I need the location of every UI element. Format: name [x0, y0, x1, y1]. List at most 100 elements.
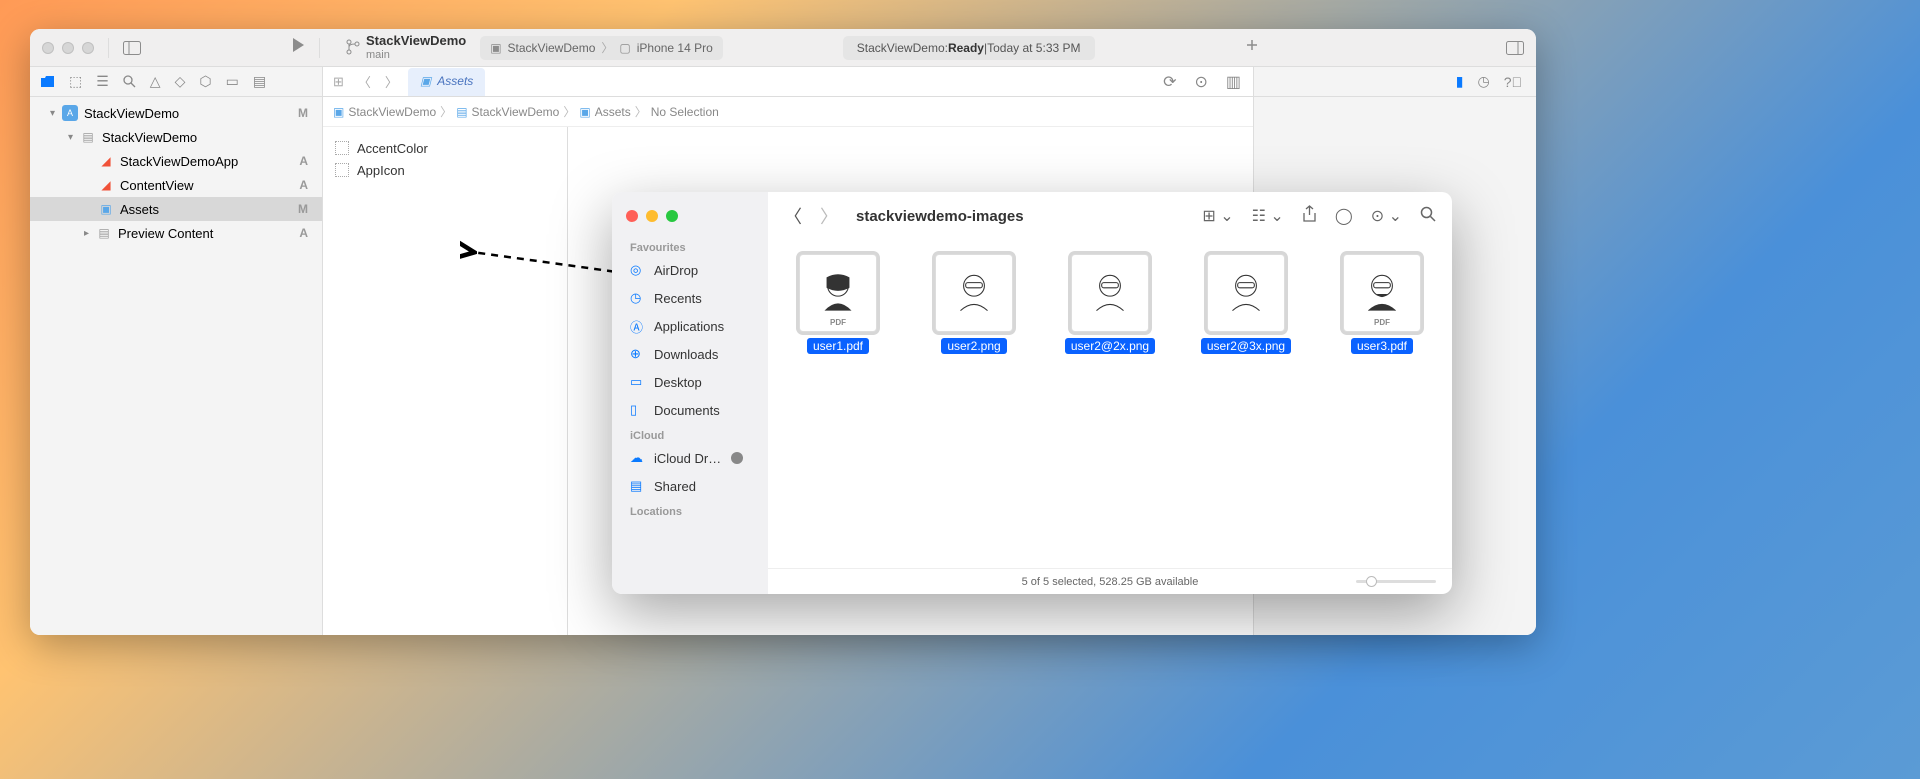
navigator-toolbar: ⬚ ☰ △ ◇ ⬡ ▭ ▤	[30, 67, 322, 97]
minimize-button[interactable]	[62, 42, 74, 54]
back-button[interactable]: 〈	[784, 203, 802, 229]
breadcrumb-item[interactable]: Assets	[595, 105, 631, 119]
file-thumbnail: PDF	[1343, 254, 1421, 332]
sidebar-item-documents[interactable]: ▯Documents	[612, 396, 768, 424]
issue-navigator-icon[interactable]: △	[150, 73, 161, 90]
assets-icon: ▣	[98, 201, 114, 217]
run-button[interactable]	[291, 37, 305, 58]
tree-root[interactable]: ▾ A StackViewDemo M	[30, 101, 322, 125]
group-by-icon[interactable]: ☷ ⌄	[1252, 206, 1284, 226]
sidebar-item-desktop[interactable]: ▭Desktop	[612, 368, 768, 396]
disclosure-icon[interactable]: ▾	[68, 132, 80, 143]
file-label: user2@3x.png	[1201, 338, 1291, 354]
asset-label: AppIcon	[357, 163, 405, 178]
project-title: StackViewDemo	[366, 34, 466, 48]
symbol-navigator-icon[interactable]: ☰	[96, 73, 109, 90]
breadcrumb-item[interactable]: StackViewDemo	[472, 105, 560, 119]
find-navigator-icon[interactable]	[123, 75, 136, 88]
project-icon: A	[62, 105, 78, 121]
branch-info[interactable]: StackViewDemo main	[346, 34, 466, 60]
file-item[interactable]: PDF user1.pdf	[790, 254, 886, 354]
help-inspector-icon[interactable]: ?⃝	[1504, 74, 1522, 90]
zoom-button[interactable]	[82, 42, 94, 54]
sidebar-item-iclouddrive[interactable]: ☁iCloud Dr…	[612, 444, 768, 472]
scheme-device: iPhone 14 Pro	[637, 41, 713, 55]
file-thumbnail	[1071, 254, 1149, 332]
folder-icon: ▤	[80, 129, 96, 145]
asset-accentcolor[interactable]: AccentColor	[335, 137, 555, 159]
finder-window: Favourites ◎AirDrop ◷Recents ⒶApplicatio…	[612, 192, 1452, 594]
search-icon[interactable]	[1420, 206, 1436, 227]
tree-item-assets[interactable]: ▣ Assets M	[30, 197, 322, 221]
sidebar-item-recents[interactable]: ◷Recents	[612, 284, 768, 312]
tab-assets[interactable]: ▣ Assets	[408, 68, 485, 96]
sidebar-item-applications[interactable]: ⒶApplications	[612, 312, 768, 340]
pdf-badge: PDF	[1374, 318, 1390, 327]
zoom-button[interactable]	[666, 210, 678, 222]
scheme-selector[interactable]: ▣ StackViewDemo 〉 ▢ iPhone 14 Pro	[480, 36, 723, 60]
breadcrumb-item[interactable]: StackViewDemo	[348, 105, 436, 119]
assets-icon: ▣	[420, 74, 431, 88]
color-swatch-icon	[335, 141, 349, 155]
action-menu-icon[interactable]: ⊙ ⌄	[1371, 206, 1402, 226]
tree-item-contentview[interactable]: ◢ ContentView A	[30, 173, 322, 197]
tab-grid-icon[interactable]: ⊞	[329, 74, 348, 90]
tree-item-preview[interactable]: ▸ ▤ Preview Content A	[30, 221, 322, 245]
status-text: 5 of 5 selected, 528.25 GB available	[1022, 576, 1199, 588]
file-item[interactable]: PDF user3.pdf	[1334, 254, 1430, 354]
report-navigator-icon[interactable]: ▤	[253, 73, 266, 90]
pdf-badge: PDF	[830, 318, 846, 327]
status-time: Today at 5:33 PM	[987, 41, 1080, 55]
sidebar-item-downloads[interactable]: ⊕Downloads	[612, 340, 768, 368]
scm-badge: A	[299, 226, 308, 240]
split-editor-icon[interactable]: ▥	[1220, 72, 1247, 92]
sidebar-toggle-icon[interactable]	[123, 41, 141, 55]
sidebar-item-shared[interactable]: ▤Shared	[612, 472, 768, 500]
library-button[interactable]	[1506, 41, 1524, 55]
add-tab-button[interactable]	[1245, 38, 1259, 57]
file-grid[interactable]: PDF user1.pdf user2.png user2@2x.png	[768, 240, 1452, 568]
disclosure-icon[interactable]: ▸	[84, 228, 96, 239]
download-icon: ⊕	[630, 346, 646, 362]
source-control-navigator-icon[interactable]: ⬚	[69, 73, 82, 90]
icon-size-slider[interactable]	[1356, 580, 1436, 583]
close-button[interactable]	[42, 42, 54, 54]
finder-toolbar: 〈 〉 stackviewdemo-images ⊞ ⌄ ☷ ⌄ ◯ ⊙ ⌄	[768, 192, 1452, 240]
sidebar-item-airdrop[interactable]: ◎AirDrop	[612, 256, 768, 284]
sync-status-icon	[731, 452, 743, 464]
view-icon-mode[interactable]: ⊞ ⌄	[1202, 206, 1233, 226]
share-icon[interactable]	[1302, 205, 1317, 228]
test-navigator-icon[interactable]: ◇	[175, 73, 186, 90]
debug-navigator-icon[interactable]: ⬡	[199, 73, 211, 90]
swift-icon: ◢	[98, 177, 114, 193]
asset-label: AccentColor	[357, 141, 428, 156]
device-icon: ▢	[619, 41, 630, 55]
cloud-icon: ☁	[630, 450, 646, 466]
tab-back-button[interactable]: 〈	[354, 72, 375, 91]
breakpoint-navigator-icon[interactable]: ▭	[226, 73, 239, 90]
breadcrumb[interactable]: ▣ StackViewDemo 〉 ▤ StackViewDemo 〉 ▣ As…	[323, 97, 1253, 127]
history-inspector-icon[interactable]: ◷	[1477, 73, 1489, 90]
disclosure-icon[interactable]: ▾	[50, 108, 62, 119]
file-inspector-icon[interactable]: ▮	[1456, 73, 1464, 90]
close-button[interactable]	[626, 210, 638, 222]
tab-forward-button[interactable]: 〉	[381, 72, 402, 91]
desktop-icon: ▭	[630, 374, 646, 390]
tree-label: StackViewDemoApp	[120, 154, 238, 169]
navigator-panel: ⬚ ☰ △ ◇ ⬡ ▭ ▤ ▾ A StackViewDemo M ▾ ▤	[30, 67, 323, 635]
file-item[interactable]: user2@3x.png	[1198, 254, 1294, 354]
tag-icon[interactable]: ◯	[1335, 206, 1353, 226]
minimize-button[interactable]	[646, 210, 658, 222]
asset-appicon[interactable]: AppIcon	[335, 159, 555, 181]
xcode-titlebar: StackViewDemo main ▣ StackViewDemo 〉 ▢ i…	[30, 29, 1536, 67]
refresh-icon[interactable]: ⟳	[1157, 72, 1182, 92]
file-item[interactable]: user2.png	[926, 254, 1022, 354]
tree-item-app[interactable]: ◢ StackViewDemoApp A	[30, 149, 322, 173]
folder-icon: ▤	[96, 225, 112, 241]
asset-list: AccentColor AppIcon	[323, 127, 568, 635]
file-item[interactable]: user2@2x.png	[1062, 254, 1158, 354]
project-navigator-icon[interactable]	[40, 75, 55, 88]
more-icon[interactable]: ⊙	[1188, 72, 1213, 92]
tree-group[interactable]: ▾ ▤ StackViewDemo	[30, 125, 322, 149]
forward-button[interactable]: 〉	[820, 203, 838, 229]
